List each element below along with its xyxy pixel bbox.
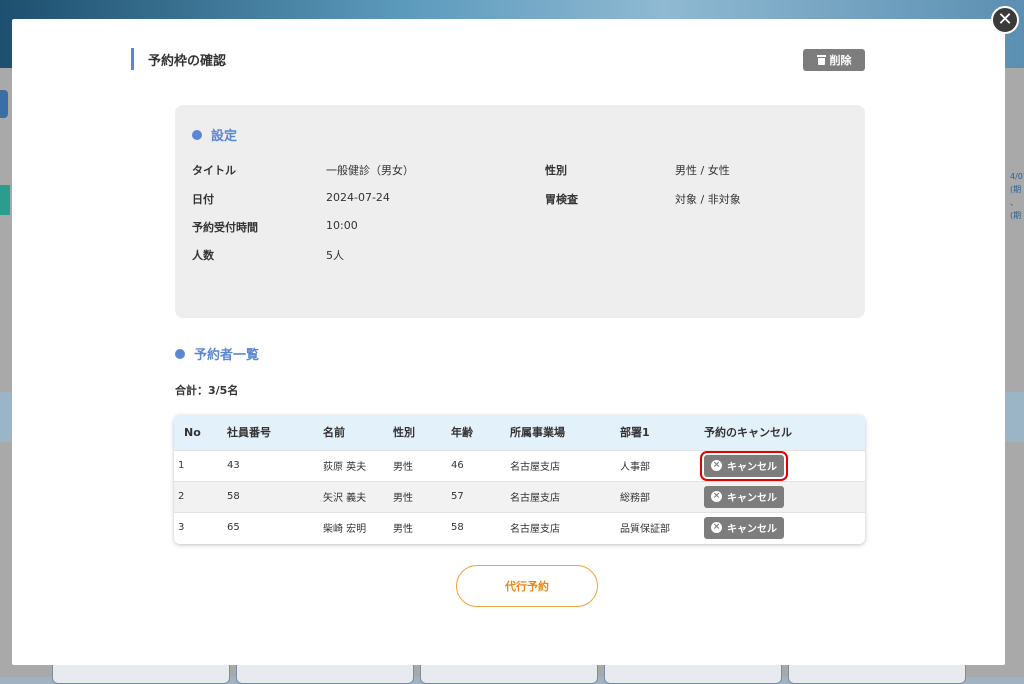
column-header-employee-no: 社員番号 [227, 426, 271, 440]
page-title: 予約枠の確認 [148, 53, 227, 69]
column-header-name: 名前 [323, 426, 345, 440]
gender-value: 男性 / 女性 [675, 164, 730, 177]
gender-label: 性別 [545, 164, 567, 177]
date-label: 日付 [192, 193, 214, 206]
background-left-tab [0, 90, 8, 118]
cell-gender: 男性 [393, 462, 413, 473]
delete-button[interactable]: 削除 [803, 49, 865, 71]
bullet-dot-icon [192, 129, 202, 140]
bullet-dot-icon [175, 348, 185, 359]
cell-department: 総務部 [620, 493, 650, 504]
title-accent-bar [131, 48, 134, 70]
column-header-age: 年齢 [451, 426, 473, 440]
delete-button-label: 削除 [829, 54, 852, 67]
reservation-total: 合計：3/5名 [175, 384, 239, 397]
column-header-no: No [184, 425, 201, 439]
stomach-exam-value: 対象 / 非対象 [675, 193, 741, 206]
cell-name: 荻原 英夫 [323, 462, 367, 473]
cell-cancel: × キャンセル [704, 481, 865, 512]
cell-department: 人事部 [620, 462, 650, 473]
cell-age: 58 [451, 522, 464, 534]
column-header-cancel: 予約のキャンセル [704, 426, 792, 440]
column-header-department: 部署1 [620, 426, 650, 440]
cancel-x-icon: × [711, 522, 722, 534]
cancel-reservation-button[interactable]: × キャンセル [704, 516, 784, 539]
settings-panel [175, 105, 865, 318]
cell-site: 名古屋支店 [510, 462, 560, 473]
cell-site: 名古屋支店 [510, 493, 560, 504]
reservations-table: No 社員番号 名前 性別 年齢 所属事業場 部署1 予約のキャンセル 1 43… [174, 415, 865, 544]
cell-employee-no: 43 [227, 460, 240, 471]
cancel-x-icon: × [711, 460, 722, 471]
date-value: 2024-07-24 [326, 191, 390, 204]
page-title-block: 予約枠の確認 [131, 48, 226, 70]
cell-no: 2 [178, 491, 185, 502]
settings-heading: 設定 [192, 125, 237, 144]
cell-name: 矢沢 義夫 [323, 493, 367, 504]
cell-no: 1 [178, 460, 185, 471]
reception-time-value: 10:00 [326, 219, 358, 232]
reception-time-label: 予約受付時間 [192, 221, 258, 234]
proxy-reservation-button[interactable]: 代行予約 [456, 565, 598, 607]
table-row: 2 58 矢沢 義夫 男性 57 名古屋支店 総務部 × キャンセル [174, 481, 865, 512]
cell-name: 柴崎 宏明 [323, 524, 367, 536]
background-left-tab-2 [0, 185, 10, 215]
cancel-reservation-button[interactable]: × キャンセル [704, 485, 784, 508]
column-header-gender: 性別 [393, 426, 415, 440]
cell-gender: 男性 [393, 524, 413, 536]
cell-gender: 男性 [393, 493, 413, 504]
reservations-heading: 予約者一覧 [175, 344, 259, 363]
table-row: 1 43 荻原 英夫 男性 46 名古屋支店 人事部 × キャンセル [174, 450, 865, 481]
cancel-reservation-button[interactable]: × キャンセル [700, 450, 788, 481]
cell-employee-no: 58 [227, 491, 240, 502]
cell-cancel: × キャンセル [700, 450, 865, 481]
cell-age: 57 [451, 491, 464, 502]
capacity-label: 人数 [192, 249, 214, 262]
title-value: 一般健診（男女） [326, 164, 414, 177]
stomach-exam-label: 胃検査 [545, 193, 578, 206]
column-header-site: 所属事業場 [510, 426, 565, 440]
cancel-x-icon: × [711, 491, 722, 502]
table-row: 3 65 柴崎 宏明 男性 58 名古屋支店 品質保証部 × キャンセル [174, 512, 865, 543]
close-modal-button[interactable]: ✕ [991, 6, 1019, 34]
cell-cancel: × キャンセル [704, 512, 865, 543]
cell-age: 46 [451, 460, 464, 471]
cell-site: 名古屋支店 [510, 524, 560, 536]
title-label: タイトル [192, 164, 236, 177]
cell-department: 品質保証部 [620, 524, 670, 536]
capacity-value: 5人 [326, 249, 344, 262]
cell-no: 3 [178, 522, 185, 534]
table-header-row: No 社員番号 名前 性別 年齢 所属事業場 部署1 予約のキャンセル [174, 415, 865, 450]
trash-icon [816, 55, 826, 65]
background-right-text: 4/07 (期 、(期 [1010, 172, 1024, 220]
cell-employee-no: 65 [227, 522, 240, 534]
